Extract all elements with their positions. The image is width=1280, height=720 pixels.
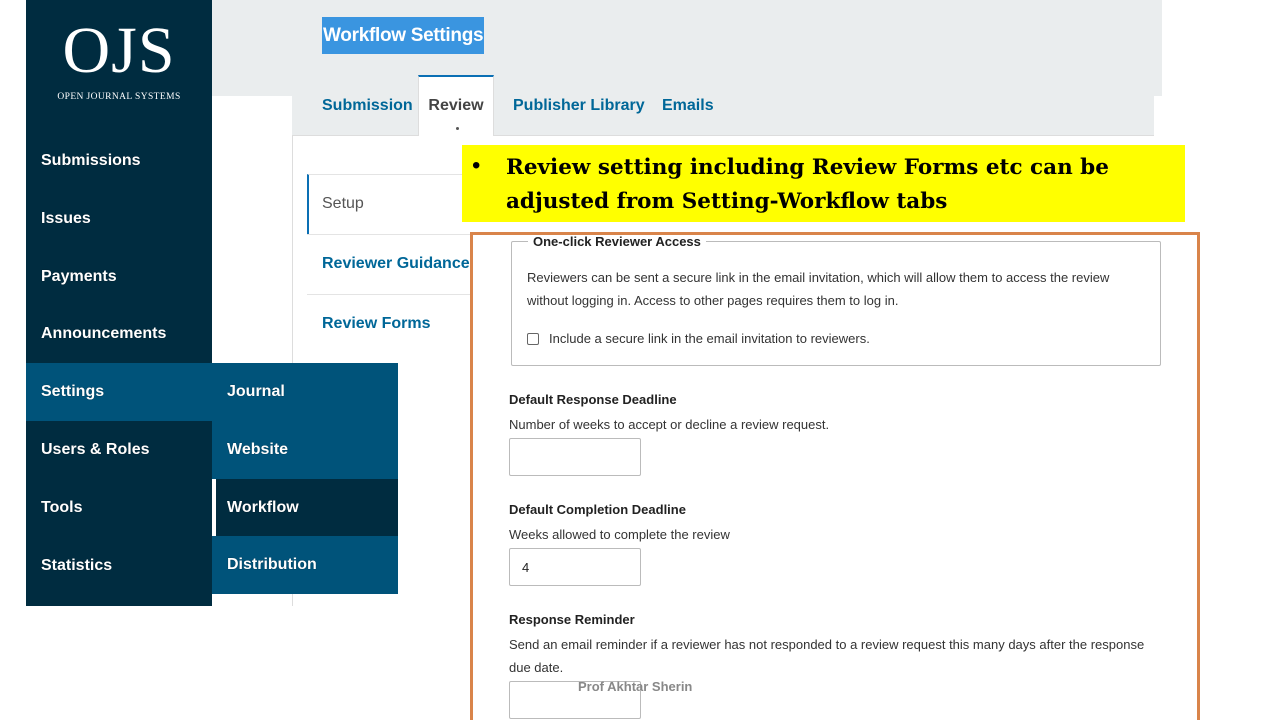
annotation-callout: • Review setting including Review Forms … xyxy=(462,145,1185,222)
submenu-item-distribution[interactable]: Distribution xyxy=(212,536,398,594)
sidebar-item-statistics[interactable]: Statistics xyxy=(26,537,212,595)
response-deadline-input[interactable] xyxy=(509,438,641,476)
submenu-item-website[interactable]: Website xyxy=(212,421,398,479)
completion-deadline-description: Weeks allowed to complete the review xyxy=(509,527,730,542)
sidebar: OJS OPEN JOURNAL SYSTEMS Submissions Iss… xyxy=(26,0,212,606)
sidebar-item-payments[interactable]: Payments xyxy=(26,248,212,306)
response-deadline-label: Default Response Deadline xyxy=(509,392,677,407)
page-title: Workflow Settings xyxy=(322,17,485,54)
one-click-access-legend: One-click Reviewer Access xyxy=(528,235,706,249)
sidebar-item-tools[interactable]: Tools xyxy=(26,479,212,537)
tab-review[interactable]: Review xyxy=(418,75,494,136)
main-nav: Submissions Issues Payments Announcement… xyxy=(26,132,212,594)
subtab-setup[interactable]: Setup xyxy=(307,174,472,234)
secure-link-label: Include a secure link in the email invit… xyxy=(549,331,870,346)
response-reminder-description: Send an email reminder if a reviewer has… xyxy=(509,637,1145,675)
sidebar-item-announcements[interactable]: Announcements xyxy=(26,305,212,363)
tab-submission[interactable]: Submission xyxy=(322,75,413,136)
review-subtabs: Setup Reviewer Guidance Review Forms xyxy=(307,174,472,354)
one-click-access-description: Reviewers can be sent a secure link in t… xyxy=(527,270,1110,308)
secure-link-checkbox[interactable] xyxy=(527,332,539,345)
secure-link-option[interactable]: Include a secure link in the email invit… xyxy=(527,331,870,346)
response-reminder-label: Response Reminder xyxy=(509,612,635,627)
subtab-reviewer-guidance[interactable]: Reviewer Guidance xyxy=(307,234,472,294)
logo-mark: OJS xyxy=(62,14,176,87)
active-tab-indicator xyxy=(456,127,459,130)
one-click-access-fieldset: One-click Reviewer Access Reviewers can … xyxy=(511,235,1161,366)
tab-review-label: Review xyxy=(428,97,484,114)
callout-bullet: • xyxy=(472,152,481,179)
review-setup-form: Default Review Mode One-click Reviewer A… xyxy=(470,232,1200,720)
logo-subtitle: OPEN JOURNAL SYSTEMS xyxy=(57,92,181,102)
response-deadline-description: Number of weeks to accept or decline a r… xyxy=(509,417,830,432)
tab-emails[interactable]: Emails xyxy=(662,75,714,136)
completion-deadline-label: Default Completion Deadline xyxy=(509,502,686,517)
sidebar-item-issues[interactable]: Issues xyxy=(26,190,212,248)
submenu-item-journal[interactable]: Journal xyxy=(212,363,398,421)
completion-deadline-input[interactable] xyxy=(509,548,641,586)
settings-submenu: Journal Website Workflow Distribution xyxy=(212,363,398,594)
tab-publisher-library[interactable]: Publisher Library xyxy=(513,75,645,136)
sidebar-item-submissions[interactable]: Submissions xyxy=(26,132,212,190)
submenu-item-workflow[interactable]: Workflow xyxy=(212,478,398,537)
callout-text: Review setting including Review Forms et… xyxy=(506,155,1109,214)
author-credit: Prof Akhtar Sherin xyxy=(578,679,693,694)
subtab-review-forms[interactable]: Review Forms xyxy=(307,294,472,354)
sidebar-item-settings[interactable]: Settings xyxy=(26,363,212,421)
sidebar-item-users-roles[interactable]: Users & Roles xyxy=(26,421,212,479)
ojs-logo[interactable]: OJS OPEN JOURNAL SYSTEMS xyxy=(26,8,212,118)
